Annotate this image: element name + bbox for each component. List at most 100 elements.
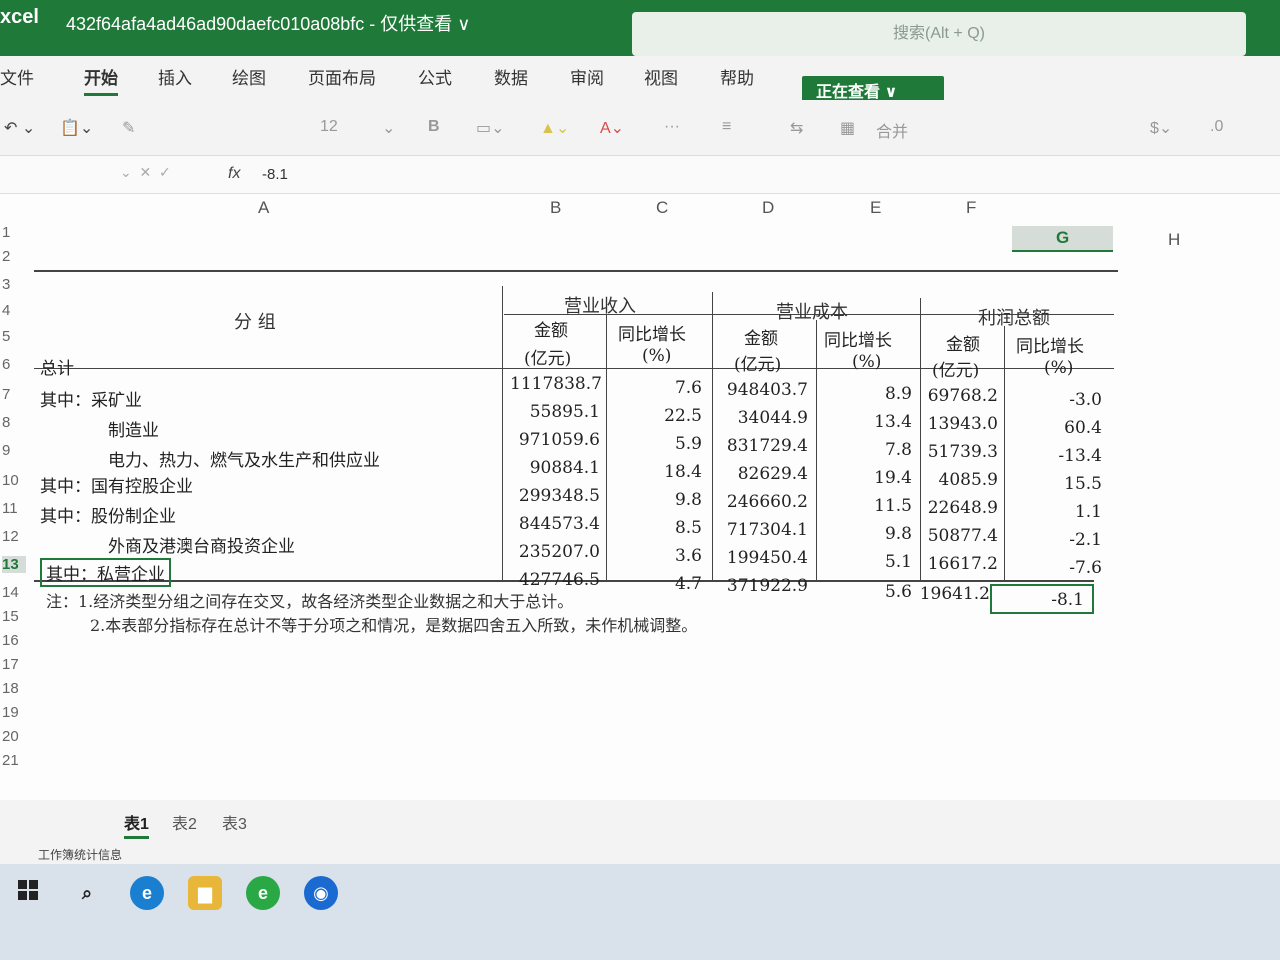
row-header[interactable]: 21 <box>2 752 26 769</box>
number-format-icon[interactable]: $⌄ <box>1150 118 1172 138</box>
cost-growth-cell[interactable]: 8.9 <box>822 384 912 404</box>
row-header[interactable]: 5 <box>2 328 26 345</box>
revenue-cell[interactable]: 1117838.7 <box>510 374 602 394</box>
cost-cell[interactable]: 199450.4 <box>718 548 808 568</box>
profit-growth-cell[interactable]: 15.5 <box>1012 474 1102 494</box>
profit-cell[interactable]: 4085.9 <box>908 470 998 490</box>
windows-start-icon[interactable] <box>18 880 38 900</box>
cost-cell[interactable]: 246660.2 <box>718 492 808 512</box>
search-icon[interactable]: ⌕ <box>70 876 104 910</box>
column-header-e[interactable]: E <box>870 198 881 218</box>
border-icon[interactable]: ▭⌄ <box>476 118 505 138</box>
profit-cell[interactable]: 51739.3 <box>908 442 998 462</box>
tab-insert[interactable]: 插入 <box>158 64 192 89</box>
profit-cell[interactable]: 50877.4 <box>908 526 998 546</box>
more-icon[interactable]: ··· <box>664 118 680 136</box>
font-color-icon[interactable]: A⌄ <box>600 118 624 138</box>
profit-cell[interactable]: 22648.9 <box>908 498 998 518</box>
revenue-growth-cell[interactable]: 8.5 <box>612 518 702 538</box>
merge-icon[interactable]: ▦ <box>840 118 855 138</box>
row-header[interactable]: 6 <box>2 356 26 373</box>
row-header[interactable]: 1 <box>2 224 26 241</box>
profit-cell[interactable]: 69768.2 <box>908 386 998 406</box>
row-header[interactable]: 15 <box>2 608 26 625</box>
document-title[interactable]: 432f64afa4ad46ad90daefc010a08bfc - 仅供查看 … <box>66 10 470 36</box>
align-left-icon[interactable]: ≡ <box>722 118 731 136</box>
cost-cell[interactable]: 831729.4 <box>718 436 808 456</box>
status-text[interactable]: 工作簿统计信息 <box>38 846 122 863</box>
cost-growth-cell[interactable]: 9.8 <box>822 524 912 544</box>
edge-browser-icon[interactable]: e <box>130 876 164 910</box>
wrap-icon[interactable]: ⇆ <box>790 118 803 138</box>
row-label[interactable]: 电力、热力、燃气及水生产和供应业 <box>108 446 380 471</box>
format-painter-icon[interactable]: ✎ <box>122 118 135 138</box>
active-cell-outline[interactable] <box>990 584 1094 614</box>
revenue-growth-cell[interactable]: 4.7 <box>612 574 702 594</box>
decimal-icon[interactable]: .0 <box>1210 118 1223 136</box>
row-header[interactable]: 14 <box>2 584 26 601</box>
merge-button[interactable]: 合并 <box>876 118 908 142</box>
row-label[interactable]: 外商及港澳台商投资企业 <box>108 532 295 557</box>
column-header-d[interactable]: D <box>762 198 774 218</box>
revenue-growth-cell[interactable]: 9.8 <box>612 490 702 510</box>
app-icon[interactable]: ◉ <box>304 876 338 910</box>
row-header[interactable]: 20 <box>2 728 26 745</box>
profit-growth-cell[interactable]: -7.6 <box>1012 558 1102 578</box>
search-input[interactable]: 搜索(Alt + Q) <box>632 12 1246 56</box>
row-label[interactable]: 其中：采矿业 <box>40 386 142 411</box>
profit-cell[interactable]: 19641.2 <box>900 584 990 604</box>
cost-cell[interactable]: 717304.1 <box>718 520 808 540</box>
cost-cell[interactable]: 948403.7 <box>718 380 808 400</box>
revenue-cell[interactable]: 90884.1 <box>510 458 600 478</box>
tab-review[interactable]: 审阅 <box>570 64 604 89</box>
row-header[interactable]: 8 <box>2 414 26 431</box>
column-header-c[interactable]: C <box>656 198 668 218</box>
tab-draw[interactable]: 绘图 <box>232 64 266 89</box>
chevron-down-icon[interactable]: ⌄ <box>382 118 395 138</box>
row-header-selected[interactable]: 13 <box>2 556 26 573</box>
revenue-cell[interactable]: 844573.4 <box>510 514 600 534</box>
row-header[interactable]: 3 <box>2 276 26 293</box>
row-header[interactable]: 18 <box>2 680 26 697</box>
row-header[interactable]: 2 <box>2 248 26 265</box>
row-header[interactable]: 9 <box>2 442 26 459</box>
row-header[interactable]: 4 <box>2 302 26 319</box>
cost-growth-cell[interactable]: 7.8 <box>822 440 912 460</box>
cost-cell[interactable]: 34044.9 <box>718 408 808 428</box>
fill-color-icon[interactable]: ▲⌄ <box>540 118 569 138</box>
revenue-growth-cell[interactable]: 5.9 <box>612 434 702 454</box>
sheet-tab-2[interactable]: 表2 <box>172 810 197 834</box>
revenue-growth-cell[interactable]: 7.6 <box>612 378 702 398</box>
column-header-f[interactable]: F <box>966 198 976 218</box>
revenue-cell[interactable]: 971059.6 <box>510 430 600 450</box>
row-label[interactable]: 制造业 <box>108 416 159 441</box>
row-label[interactable]: 其中：股份制企业 <box>40 502 176 527</box>
sheet-tab-3[interactable]: 表3 <box>222 810 247 834</box>
row-label[interactable]: 其中：国有控股企业 <box>40 472 193 497</box>
bold-icon[interactable]: B <box>428 118 440 136</box>
paste-icon[interactable]: 📋⌄ <box>60 118 93 138</box>
tab-formulas[interactable]: 公式 <box>418 64 452 89</box>
revenue-cell[interactable]: 299348.5 <box>510 486 600 506</box>
tab-data[interactable]: 数据 <box>494 64 528 89</box>
cost-growth-cell[interactable]: 11.5 <box>822 496 912 516</box>
profit-cell[interactable]: 13943.0 <box>908 414 998 434</box>
tab-view[interactable]: 视图 <box>644 64 678 89</box>
file-explorer-icon[interactable]: ▆ <box>188 876 222 910</box>
tab-page-layout[interactable]: 页面布局 <box>308 64 376 89</box>
cost-growth-cell[interactable]: 13.4 <box>822 412 912 432</box>
row-header[interactable]: 11 <box>2 500 26 517</box>
cost-cell[interactable]: 371922.9 <box>718 576 808 596</box>
column-header-h[interactable]: H <box>1168 230 1180 250</box>
profit-growth-cell[interactable]: 1.1 <box>1012 502 1102 522</box>
column-header-b[interactable]: B <box>550 198 561 218</box>
tab-help[interactable]: 帮助 <box>720 64 754 89</box>
profit-growth-cell[interactable]: -13.4 <box>1012 446 1102 466</box>
revenue-growth-cell[interactable]: 18.4 <box>612 462 702 482</box>
font-size-select[interactable]: 12 <box>320 118 338 136</box>
tab-file[interactable]: 文件 <box>0 64 34 89</box>
function-icon[interactable]: fx <box>228 165 240 183</box>
profit-growth-cell[interactable]: -2.1 <box>1012 530 1102 550</box>
cost-growth-cell[interactable]: 5.1 <box>822 552 912 572</box>
sheet-tab-1[interactable]: 表1 <box>124 810 149 839</box>
